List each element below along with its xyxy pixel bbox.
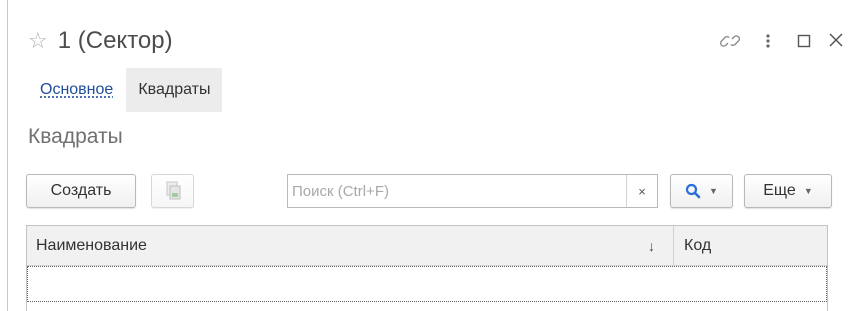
tab-squares[interactable]: Квадраты	[126, 68, 223, 112]
search-button[interactable]: ▼	[670, 174, 733, 208]
column-header-code-label: Код	[684, 236, 712, 254]
more-icon[interactable]	[763, 30, 773, 52]
title-bar: ☆ 1 (Сектор)	[28, 24, 173, 58]
tab-bar: Основное Квадраты	[28, 68, 223, 112]
search-input[interactable]	[288, 177, 626, 205]
star-icon[interactable]: ☆	[28, 30, 48, 52]
window-left-border	[7, 0, 8, 311]
section-title: Квадраты	[28, 125, 123, 148]
title-actions	[719, 24, 844, 58]
table-row[interactable]	[27, 266, 827, 302]
close-icon[interactable]	[828, 30, 844, 52]
chevron-down-icon: ▼	[803, 186, 813, 196]
search-field: ×	[287, 174, 658, 208]
column-header-name[interactable]: Наименование ↓	[27, 226, 674, 265]
more-button[interactable]: Еще ▼	[744, 174, 832, 208]
search-icon	[685, 183, 701, 199]
copy-icon	[166, 181, 180, 200]
column-header-name-label: Наименование	[36, 236, 147, 254]
maximize-icon[interactable]	[797, 30, 811, 52]
search-clear-icon[interactable]: ×	[626, 175, 657, 207]
column-header-code[interactable]: Код	[674, 237, 711, 255]
table-header: Наименование ↓ Код	[27, 226, 827, 266]
link-icon[interactable]	[719, 30, 741, 52]
sort-arrow-icon: ↓	[648, 237, 655, 254]
more-button-label: Еще	[763, 182, 796, 199]
window-title: 1 (Сектор)	[57, 27, 173, 54]
copy-button[interactable]	[151, 174, 194, 208]
squares-table: Наименование ↓ Код	[26, 225, 828, 311]
chevron-down-icon: ▼	[709, 186, 718, 196]
form-window: ☆ 1 (Сектор) Основное Квадраты Квадраты …	[0, 0, 854, 311]
create-button[interactable]: Создать	[26, 174, 136, 208]
tab-main[interactable]: Основное	[28, 81, 126, 99]
